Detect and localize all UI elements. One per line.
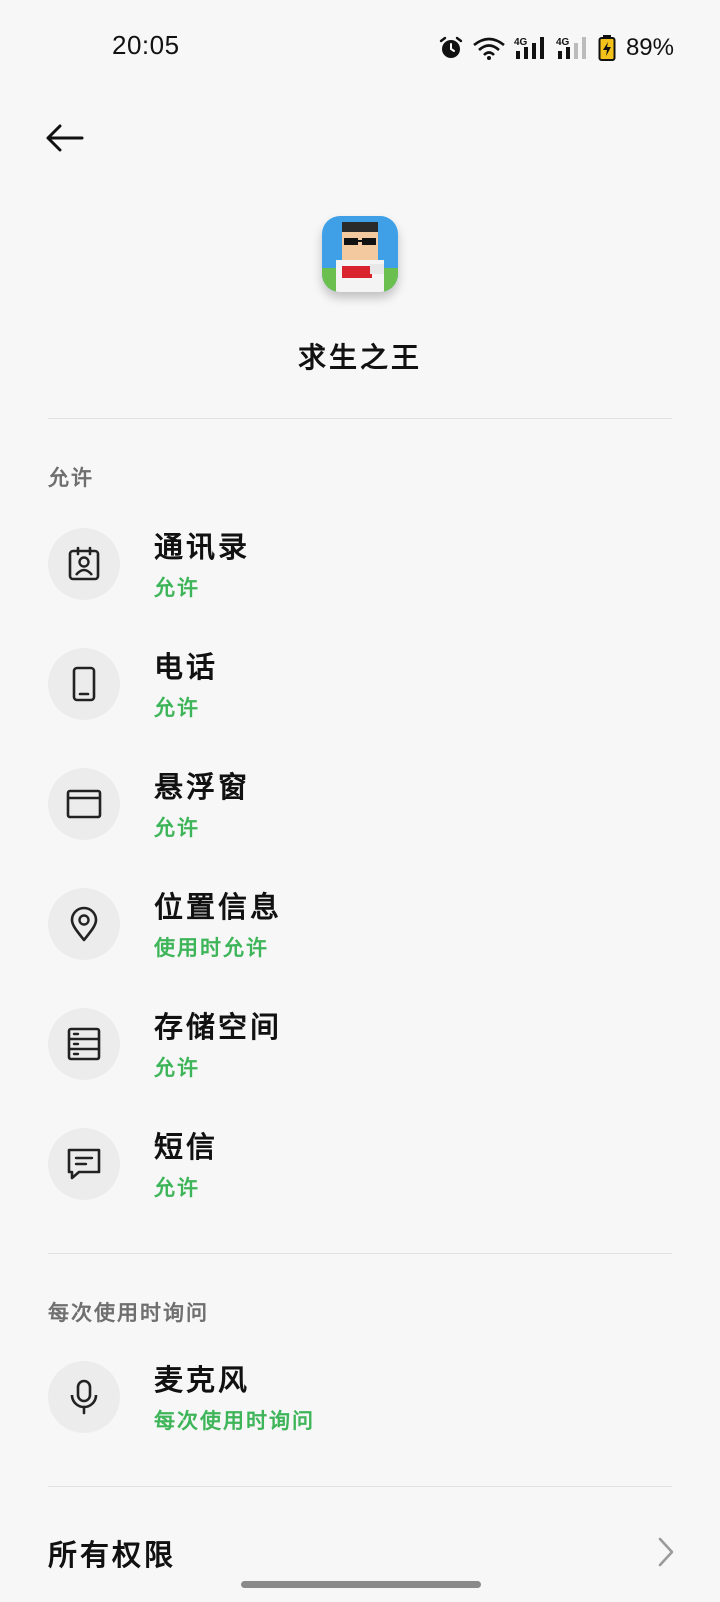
permission-status: 允许 [154,695,200,720]
home-indicator[interactable] [241,1581,481,1588]
permission-item-sms[interactable]: 短信 允许 [0,1108,720,1218]
permission-item-microphone[interactable]: 麦克风 每次使用时询问 [0,1341,720,1451]
battery-charging-icon [598,35,616,61]
floating-window-icon [48,768,120,840]
permission-item-location[interactable]: 位置信息 使用时允许 [0,868,720,978]
svg-text:4G: 4G [556,37,570,48]
permission-label: 电话 [154,650,219,684]
location-icon [48,888,120,960]
permission-status: 使用时允许 [154,935,269,960]
permission-label: 通讯录 [154,530,251,564]
signal-4g-icon: 4G [556,35,590,61]
permission-status: 允许 [154,815,200,840]
divider [48,418,672,419]
back-button[interactable] [36,112,92,168]
permission-status: 允许 [154,1055,200,1080]
all-permissions-row[interactable]: 所有权限 [0,1532,720,1602]
permission-item-storage[interactable]: 存储空间 允许 [0,988,720,1098]
contacts-icon [48,528,120,600]
permission-label: 位置信息 [154,890,283,924]
section-title-ask-every-time: 每次使用时询问 [48,1300,209,1325]
permission-label: 悬浮窗 [154,770,251,804]
permission-label: 短信 [154,1130,219,1164]
svg-text:4G: 4G [514,37,528,48]
phone-icon [48,648,120,720]
permission-item-floating-window[interactable]: 悬浮窗 允许 [0,748,720,858]
permission-item-phone[interactable]: 电话 允许 [0,628,720,738]
microphone-icon [48,1361,120,1433]
status-time: 20:05 [112,30,180,60]
app-name: 求生之王 [297,341,422,374]
permission-item-contacts[interactable]: 通讯录 允许 [0,508,720,618]
wifi-icon [472,35,506,61]
permission-status: 允许 [154,1175,200,1200]
sms-icon [48,1128,120,1200]
status-icons: 4G 4G 89% [438,30,674,66]
signal-4g-icon: 4G [514,35,548,61]
divider [48,1253,672,1254]
chevron-right-icon [656,1536,676,1572]
app-icon [322,216,398,292]
divider [48,1486,672,1487]
all-permissions-label: 所有权限 [48,1538,177,1572]
permission-status: 允许 [154,575,200,600]
battery-percent: 89% [625,34,674,61]
permission-label: 存储空间 [154,1010,283,1044]
permission-status: 每次使用时询问 [154,1408,315,1433]
status-bar: 20:05 4G 4G 89% [0,0,720,96]
arrow-left-icon [44,123,84,157]
section-title-allowed: 允许 [48,465,94,490]
storage-icon [48,1008,120,1080]
permission-label: 麦克风 [154,1363,251,1397]
alarm-icon [438,35,464,61]
